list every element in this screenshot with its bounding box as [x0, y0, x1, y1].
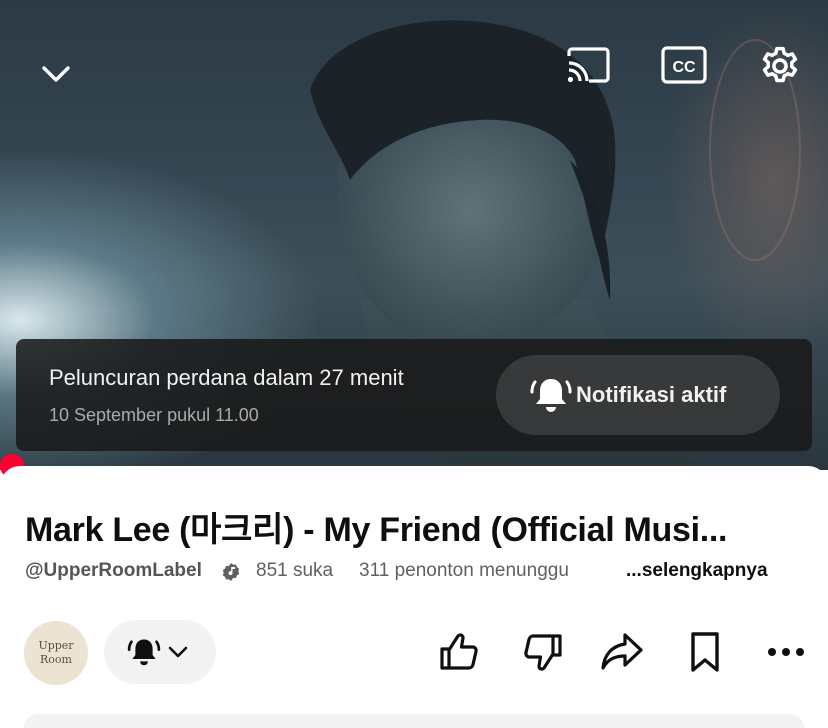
comments-panel-peek[interactable]: [24, 714, 804, 728]
video-meta-row[interactable]: @UpperRoomLabel 851 suka 311 penonton me…: [25, 560, 815, 586]
chevron-down-icon: [168, 646, 188, 658]
more-horizontal-icon: [768, 648, 804, 656]
thumbs-down-icon: [524, 634, 562, 671]
bell-ringing-icon: [528, 372, 574, 418]
thumbs-up-icon: [440, 633, 478, 670]
cast-button[interactable]: [560, 42, 616, 88]
channel-avatar[interactable]: Upper Room: [24, 621, 88, 685]
video-title[interactable]: Mark Lee (마크리) - My Friend (Official Mus…: [25, 502, 805, 551]
avatar-text-line: Room: [40, 653, 72, 666]
cast-icon: [567, 47, 610, 83]
avatar-text-line: Upper: [38, 639, 74, 652]
share-button[interactable]: [596, 626, 648, 678]
notification-toggle-button[interactable]: Notifikasi aktif: [496, 355, 780, 435]
notification-toggle-label: Notifikasi aktif: [576, 382, 727, 407]
chevron-down-icon: [42, 66, 70, 82]
svg-text:CC: CC: [672, 59, 696, 76]
share-icon: [601, 633, 643, 670]
bookmark-icon: [691, 632, 719, 672]
verified-music-icon: [221, 562, 241, 582]
dislike-button[interactable]: [516, 626, 568, 678]
save-button[interactable]: [679, 626, 731, 678]
video-info-panel: Mark Lee (마크리) - My Friend (Official Mus…: [0, 466, 828, 728]
gear-icon: [762, 46, 798, 83]
show-more-link[interactable]: ...selengkapnya: [626, 560, 768, 582]
settings-button[interactable]: [752, 38, 808, 94]
premiere-date: 10 September pukul 11.00: [49, 405, 259, 425]
subscription-bell-button[interactable]: [104, 620, 216, 684]
like-button[interactable]: [434, 626, 486, 678]
bell-filled-icon: [127, 639, 161, 666]
collapse-player-button[interactable]: [30, 50, 82, 98]
video-player[interactable]: CC Peluncuran perdana dalam 27 menit 10 …: [0, 0, 828, 470]
premiere-countdown: Peluncuran perdana dalam 27 menit: [49, 365, 404, 390]
channel-handle[interactable]: @UpperRoomLabel: [25, 560, 202, 582]
waiting-count: 311 penonton menunggu: [359, 560, 569, 581]
captions-button[interactable]: CC: [656, 40, 712, 90]
more-actions-button[interactable]: [760, 626, 812, 678]
like-count: 851 suka: [256, 560, 334, 581]
closed-captions-icon: CC: [661, 46, 707, 84]
premiere-banner: Peluncuran perdana dalam 27 menit 10 Sep…: [16, 339, 812, 451]
